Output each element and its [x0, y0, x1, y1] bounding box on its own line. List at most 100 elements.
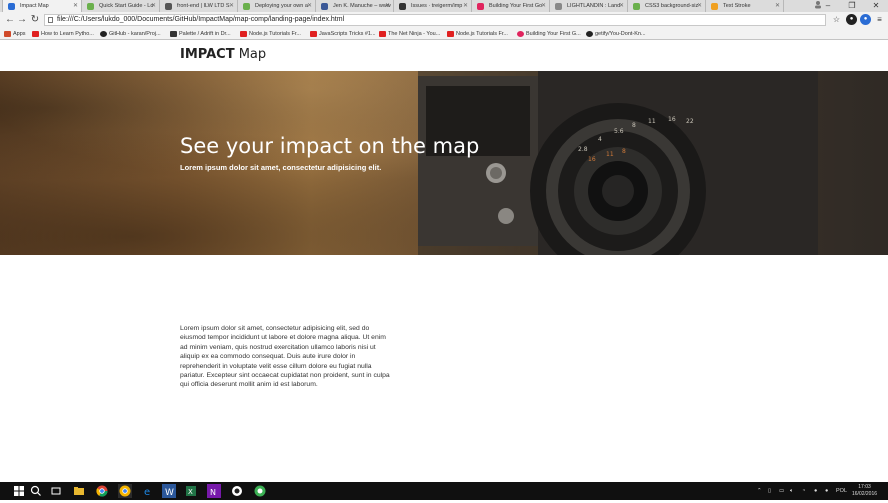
language-indicator[interactable]: POL [836, 482, 847, 500]
tab-label: Issues · treigerm/imp [411, 3, 463, 9]
tab-favicon [555, 3, 562, 10]
tab-close-icon[interactable]: ✕ [541, 0, 546, 12]
bookmark-star-icon[interactable]: ☆ [831, 14, 842, 25]
camera-image: 2.8 4 5.6 8 11 16 22 16 11 8 [418, 71, 818, 255]
github-icon [586, 31, 593, 37]
bookmark-item[interactable]: JavaScripts Tricks #1... [310, 28, 376, 40]
extension-icon[interactable]: ● [846, 14, 857, 25]
tab[interactable]: CSS3 background-siz ✕ [628, 0, 706, 12]
svg-text:11: 11 [606, 151, 614, 158]
bookmark-item[interactable]: The Net Ninja - You... [379, 28, 440, 40]
tab-close-icon[interactable]: ✕ [385, 0, 390, 12]
bookmark-label: How to Learn Pytho... [41, 31, 94, 37]
close-window-icon[interactable]: ✕ [864, 0, 888, 12]
address-bar[interactable]: file:///C:/Users/lukdo_000/Documents/Git… [44, 14, 826, 26]
menu-icon[interactable]: ≡ [874, 14, 885, 25]
svg-text:e: e [144, 487, 150, 498]
back-icon[interactable]: ← [4, 13, 16, 27]
tab-close-icon[interactable]: ✕ [619, 0, 624, 12]
tab-close-icon[interactable]: ✕ [697, 0, 702, 12]
tab-impact-map[interactable]: Impact Map ✕ [2, 0, 82, 12]
hero-section: 2.8 4 5.6 8 11 16 22 16 11 8 See your impact on… [0, 71, 888, 255]
svg-text:N: N [210, 488, 216, 497]
brand-logo[interactable]: IMPACT Map [180, 47, 266, 62]
youtube-icon [240, 31, 247, 37]
tab-close-icon[interactable]: ✕ [775, 0, 780, 12]
tray-chevron-icon[interactable]: ⌃ [757, 482, 762, 500]
svg-text:W: W [165, 488, 174, 498]
bookmark-item[interactable]: Apps [4, 28, 26, 40]
tab-close-icon[interactable]: ✕ [229, 0, 234, 12]
battery-icon[interactable]: ▭ [779, 482, 784, 500]
youtube-icon [447, 31, 454, 37]
edge-icon[interactable]: e [141, 484, 155, 498]
browser-chrome: Impact Map ✕ Quick Start Guide - Lo ✕ fr… [0, 0, 888, 40]
tab-favicon [477, 3, 484, 10]
forward-icon[interactable]: → [16, 13, 28, 27]
svg-text:11: 11 [648, 118, 656, 125]
github-icon [100, 31, 107, 37]
minimize-icon[interactable]: – [816, 0, 840, 12]
bookmark-item[interactable]: getify/You-Dont-Kn... [586, 28, 646, 40]
page-viewport: IMPACT Map 2.8 4 5.6 8 11 16 22 16 11 8 [0, 40, 888, 482]
tab[interactable]: Issues · treigerm/imp ✕ [394, 0, 472, 12]
svg-text:8: 8 [632, 122, 636, 129]
tab-favicon [399, 3, 406, 10]
youtube-icon [310, 31, 317, 37]
maximize-icon[interactable]: ❐ [840, 0, 864, 12]
app-icon[interactable] [230, 484, 244, 498]
tab[interactable]: front-end | ILW LTD S ✕ [160, 0, 238, 12]
tab-favicon [8, 3, 15, 10]
tab[interactable]: Deploying your own a ✕ [238, 0, 316, 12]
reload-icon[interactable]: ↻ [29, 13, 41, 27]
bookmark-item[interactable]: GitHub - karan/Proj... [100, 28, 161, 40]
excel-icon[interactable]: X [184, 484, 198, 498]
action-icon[interactable]: ● [814, 482, 817, 500]
bookmark-label: JavaScripts Tricks #1... [319, 31, 376, 37]
tab[interactable]: LIGHTLANDIN : Land ✕ [550, 0, 628, 12]
bookmark-favicon-icon [517, 31, 524, 37]
bookmark-item[interactable]: How to Learn Pytho... [32, 28, 94, 40]
extension-icon[interactable]: ● [860, 14, 871, 25]
tab[interactable]: Building Your First Go ✕ [472, 0, 550, 12]
chrome-icon[interactable] [95, 484, 109, 498]
tab-label: CSS3 background-siz [645, 3, 699, 9]
chrome-icon[interactable] [118, 484, 132, 498]
action-icon[interactable]: ● [825, 482, 828, 500]
tab[interactable]: Text Stroke ✕ [706, 0, 784, 12]
search-icon[interactable] [29, 484, 43, 498]
tab-close-icon[interactable]: ✕ [151, 0, 156, 12]
volume-icon[interactable]: 🔈︎ [790, 482, 793, 500]
bookmark-label: Node.js Tutorials Fr... [456, 31, 508, 37]
bookmark-label: Palette / Adrift in Dr... [179, 31, 231, 37]
tab-close-icon[interactable]: ✕ [307, 0, 312, 12]
app-icon[interactable] [253, 484, 267, 498]
tab-close-icon[interactable]: ✕ [73, 0, 78, 12]
windows-start-icon[interactable] [12, 484, 26, 498]
bookmark-item[interactable]: Node.js Tutorials Fr... [447, 28, 508, 40]
svg-text:4: 4 [598, 136, 602, 143]
tab[interactable]: Jen K. Manuche – www ✕ [316, 0, 394, 12]
bookmark-item[interactable]: Building Your First G... [517, 28, 581, 40]
apps-icon [4, 31, 11, 37]
taskbar: e W X N ⌃ ▯ ▭ 🔈︎ ◔ ● ● POL 17:03 16/02/2… [0, 482, 888, 500]
bookmark-label: Node.js Tutorials Fr... [249, 31, 301, 37]
address-text: file:///C:/Users/lukdo_000/Documents/Git… [57, 16, 345, 23]
tab[interactable]: Quick Start Guide - Lo ✕ [82, 0, 160, 12]
youtube-icon [379, 31, 386, 37]
file-explorer-icon[interactable] [72, 484, 86, 498]
word-icon[interactable]: W [162, 484, 176, 498]
svg-text:16: 16 [668, 116, 676, 123]
tab-label: Building Your First Go [489, 3, 543, 9]
onenote-icon[interactable]: N [207, 484, 221, 498]
wifi-icon[interactable]: ◔ [802, 482, 805, 500]
task-view-icon[interactable] [49, 484, 63, 498]
clock[interactable]: 17:03 16/02/2016 [852, 484, 877, 498]
tab-close-icon[interactable]: ✕ [463, 0, 468, 12]
clock-time: 17:03 [858, 484, 871, 490]
tab-favicon [321, 3, 328, 10]
bookmark-item[interactable]: Palette / Adrift in Dr... [170, 28, 231, 40]
hero-subtitle: Lorem ipsum dolor sit amet, consectetur … [180, 163, 382, 172]
network-icon[interactable]: ▯ [768, 482, 771, 500]
bookmark-item[interactable]: Node.js Tutorials Fr... [240, 28, 301, 40]
